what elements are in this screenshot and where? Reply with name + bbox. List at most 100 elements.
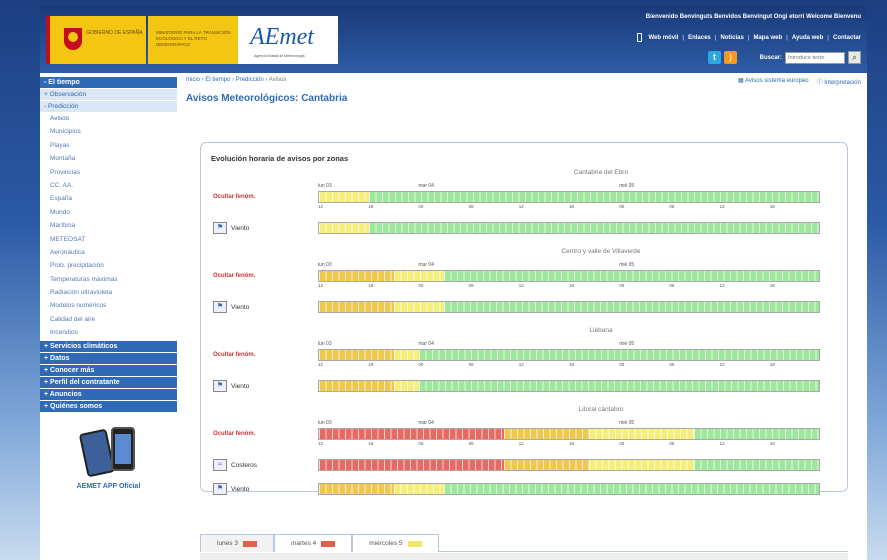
sidebar-item-9[interactable]: METEOSAT	[40, 233, 177, 247]
sidebar-section-2[interactable]: + Conocer más	[40, 364, 177, 377]
link-enlaces[interactable]: Enlaces	[688, 35, 711, 41]
sidebar-item-7[interactable]: Mundo	[40, 206, 177, 221]
tab-label: lunes 3	[217, 540, 238, 547]
breadcrumb-inicio[interactable]: Inicio	[186, 77, 200, 83]
link-avisos-europeo[interactable]: ▦ Avisos sistema europeo	[738, 77, 809, 86]
link-ayuda-web[interactable]: Ayuda web	[792, 35, 823, 41]
warning-segment	[444, 302, 819, 312]
sidebar-item-4[interactable]: Provincias	[40, 166, 177, 180]
row-label-text: Viento	[231, 382, 250, 390]
hour-tick: 12	[719, 362, 725, 367]
breadcrumb-el-tiempo[interactable]: El tiempo	[205, 77, 230, 83]
hide-phenomena-toggle[interactable]: Ocultar fenóm.	[213, 194, 255, 200]
zone-name[interactable]: Cantabria del Ebro	[451, 169, 751, 176]
hour-tick: 06	[468, 362, 474, 367]
wind-row-label: ⚑ Viento	[213, 301, 249, 313]
link-interpretacion[interactable]: ⓘ Interpretación	[817, 77, 861, 86]
sidebar-item-5[interactable]: CC. AA.	[40, 179, 177, 194]
sidebar-section-1[interactable]: + Datos	[40, 352, 177, 365]
sidebar-item-15[interactable]: Calidad del aire	[40, 313, 177, 328]
warning-segment	[369, 192, 819, 202]
warning-segment	[319, 302, 394, 312]
link-noticias[interactable]: Noticias	[720, 35, 743, 41]
sidebar-item-11[interactable]: Prob. precipitación	[40, 260, 177, 274]
zone-name[interactable]: Liébana	[451, 327, 751, 334]
sidebar-section-3[interactable]: + Perfil del contratante	[40, 376, 177, 389]
tab-label: martes 4	[290, 540, 317, 547]
warning-segment	[504, 429, 589, 439]
hour-tick: 18	[569, 441, 575, 446]
wind-row-label: ⚑ Viento	[213, 222, 249, 234]
warning-timeline[interactable]	[318, 270, 820, 282]
tab-day-0[interactable]: lunes 3	[200, 534, 274, 552]
aemet-logo[interactable]: AEmet Agencia Estatal de Meteorología	[238, 16, 338, 64]
hide-phenomena-toggle[interactable]: Ocultar fenóm.	[213, 352, 255, 358]
sidebar-item-10[interactable]: Aeronáutica	[40, 246, 177, 261]
sidebar-item-prediccion[interactable]: - Predicción	[40, 101, 177, 113]
sidebar-section-5[interactable]: + Quiénes somos	[40, 400, 177, 413]
search-label: Buscar:	[759, 54, 782, 61]
tab-day-1[interactable]: martes 4	[273, 534, 353, 552]
search-input[interactable]	[785, 51, 845, 64]
government-logo[interactable]: GOBIERNO DE ESPAÑA	[46, 16, 146, 64]
app-phones-icon	[77, 423, 141, 479]
sidebar-item-observacion[interactable]: + Observación	[40, 89, 177, 101]
warning-timeline[interactable]	[318, 349, 820, 361]
warning-segment	[394, 350, 419, 360]
tab-label: miércoles 5	[369, 540, 403, 547]
ministry-logo[interactable]: MINISTERIO PARA LA TRANSICIÓN ECOLÓGICA …	[148, 16, 238, 64]
wind-flag-icon: ⚑	[213, 301, 227, 313]
sidebar-item-16[interactable]: Incendios	[40, 327, 177, 341]
warning-segment	[319, 484, 394, 494]
day-label: lun 03	[318, 183, 332, 189]
warning-level-swatch	[321, 540, 336, 547]
sidebar-item-0[interactable]: Avisos	[40, 113, 177, 127]
wind-flag-icon: ⚑	[213, 380, 227, 392]
link-web-movil[interactable]: Web móvil	[648, 35, 678, 41]
warning-timeline[interactable]	[318, 428, 820, 440]
zone-name[interactable]: Litoral cántabro	[451, 406, 751, 413]
warning-timeline[interactable]	[318, 301, 820, 313]
warning-timeline[interactable]	[318, 222, 820, 234]
hour-tick: 06	[669, 204, 675, 209]
hour-tick: 00	[619, 204, 625, 209]
hour-tick: 06	[468, 441, 474, 446]
hour-tick: 00	[418, 204, 424, 209]
sidebar-item-1[interactable]: Municipios	[40, 126, 177, 140]
twitter-icon[interactable]: t	[708, 51, 721, 64]
hide-phenomena-toggle[interactable]: Ocultar fenóm.	[213, 273, 255, 279]
sidebar-item-3[interactable]: Montaña	[40, 153, 177, 167]
day-label: mar 04	[418, 341, 434, 347]
sidebar-head-el-tiempo[interactable]: - El tiempo	[40, 77, 177, 89]
link-mapa-web[interactable]: Mapa web	[753, 35, 782, 41]
tab-day-2[interactable]: miércoles 5	[352, 534, 439, 552]
sidebar-section-0[interactable]: + Servicios climáticos	[40, 340, 177, 353]
sidebar-item-2[interactable]: Playas	[40, 139, 177, 154]
sidebar-item-14[interactable]: Modelos numéricos	[40, 300, 177, 314]
search-icon[interactable]: ⌕	[848, 51, 861, 64]
hour-tick: 12	[518, 283, 524, 288]
rss-icon[interactable]: )	[724, 51, 737, 64]
hide-phenomena-toggle[interactable]: Ocultar fenóm.	[213, 431, 255, 437]
sidebar-section-4[interactable]: + Anuncios	[40, 388, 177, 401]
hour-tick: 00	[418, 362, 424, 367]
panel-title: Evolución horaria de avisos por zonas	[211, 154, 349, 163]
sidebar-item-6[interactable]: España	[40, 193, 177, 207]
sidebar-item-13[interactable]: Radiación ultravioleta	[40, 287, 177, 301]
warning-timeline[interactable]	[318, 191, 820, 203]
app-label[interactable]: AEMET APP Oficial	[40, 483, 177, 490]
warning-timeline[interactable]	[318, 380, 820, 392]
sidebar-item-12[interactable]: Temperaturas máximas	[40, 273, 177, 288]
warning-timeline[interactable]	[318, 459, 820, 471]
hour-tick: 18	[769, 283, 775, 288]
link-contactar[interactable]: Contactar	[833, 35, 861, 41]
warning-segment	[419, 350, 819, 360]
sidebar-item-8[interactable]: Marítima	[40, 220, 177, 234]
warning-timeline[interactable]	[318, 483, 820, 495]
breadcrumb-prediccion[interactable]: Predicción	[236, 77, 264, 83]
zone-name[interactable]: Centro y valle de Villaverde	[451, 248, 751, 255]
page-frame: GOBIERNO DE ESPAÑA MINISTERIO PARA LA TR…	[40, 6, 867, 560]
day-label: lun 03	[318, 262, 332, 268]
app-promo[interactable]: AEMET APP Oficial	[40, 413, 177, 498]
warning-segment	[369, 223, 819, 233]
